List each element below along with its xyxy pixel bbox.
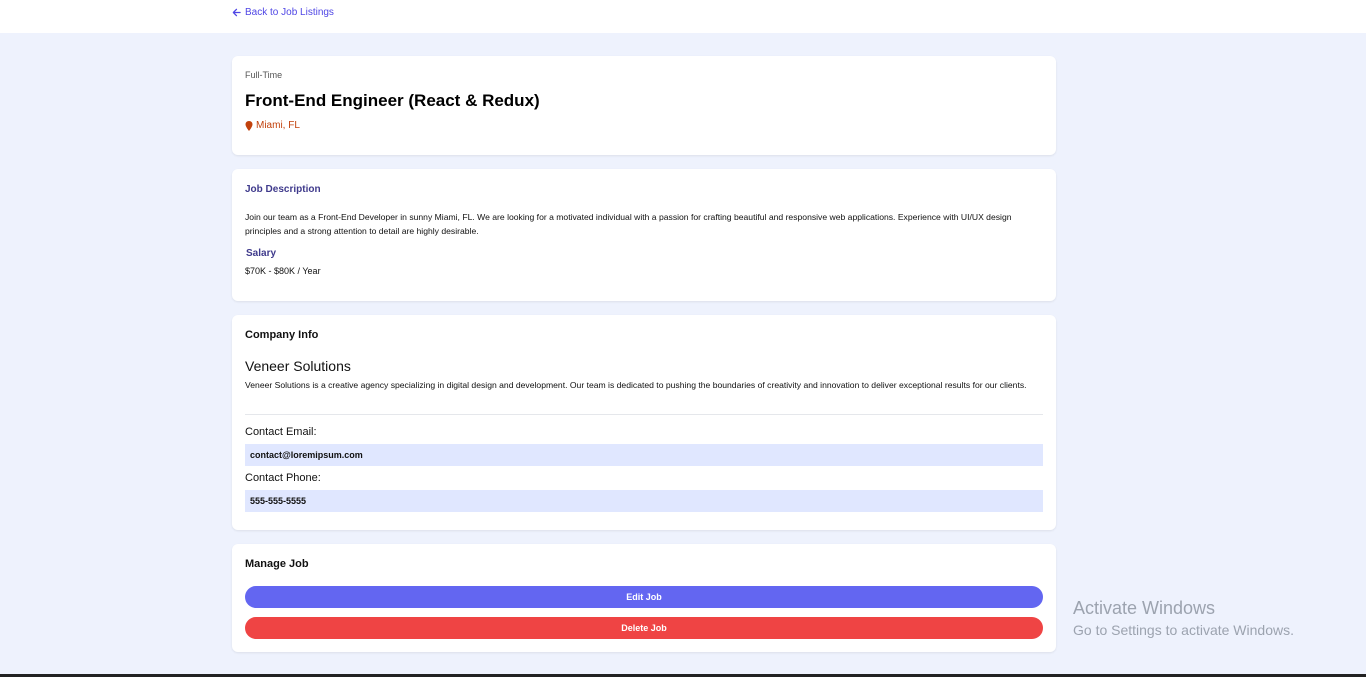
job-location-label: Miami, FL (256, 120, 300, 131)
watermark-subtitle: Go to Settings to activate Windows. (1073, 622, 1294, 638)
salary-heading: Salary (246, 248, 277, 259)
contact-email-label: Contact Email: (245, 426, 317, 438)
delete-job-button[interactable]: Delete Job (245, 617, 1043, 639)
back-link-label: Back to Job Listings (245, 7, 334, 18)
job-description-text: Join our team as a Front-End Developer i… (245, 212, 1012, 236)
activate-windows-watermark: Activate Windows Go to Settings to activ… (1073, 598, 1294, 638)
job-description-card: Job Description Join our team as a Front… (232, 169, 1056, 301)
manage-job-heading: Manage Job (245, 558, 309, 570)
contact-email-value[interactable]: contact@loremipsum.com (245, 444, 1043, 466)
job-type: Full-Time (245, 70, 283, 80)
top-bar: Back to Job Listings (0, 0, 1366, 33)
arrow-left-icon (232, 8, 241, 17)
map-marker-icon (245, 120, 253, 131)
job-description-heading: Job Description (245, 184, 321, 195)
watermark-title: Activate Windows (1073, 598, 1216, 618)
salary-value: $70K - $80K / Year (245, 266, 321, 276)
divider (245, 414, 1043, 415)
company-info-heading: Company Info (245, 329, 319, 341)
contact-phone-label: Contact Phone: (245, 472, 321, 484)
company-name: Veneer Solutions (245, 358, 351, 374)
job-location: Miami, FL (245, 120, 300, 131)
job-title: Front-End Engineer (React & Redux) (245, 91, 540, 110)
job-header-card: Full-Time Front-End Engineer (React & Re… (232, 56, 1056, 155)
company-info-card: Company Info Veneer Solutions Veneer Sol… (232, 315, 1056, 530)
manage-job-card: Manage Job Edit Job Delete Job (232, 544, 1056, 652)
company-description: Veneer Solutions is a creative agency sp… (245, 380, 1027, 390)
contact-phone-value[interactable]: 555-555-5555 (245, 490, 1043, 512)
edit-job-button[interactable]: Edit Job (245, 586, 1043, 608)
back-to-listings-link[interactable]: Back to Job Listings (232, 7, 334, 18)
